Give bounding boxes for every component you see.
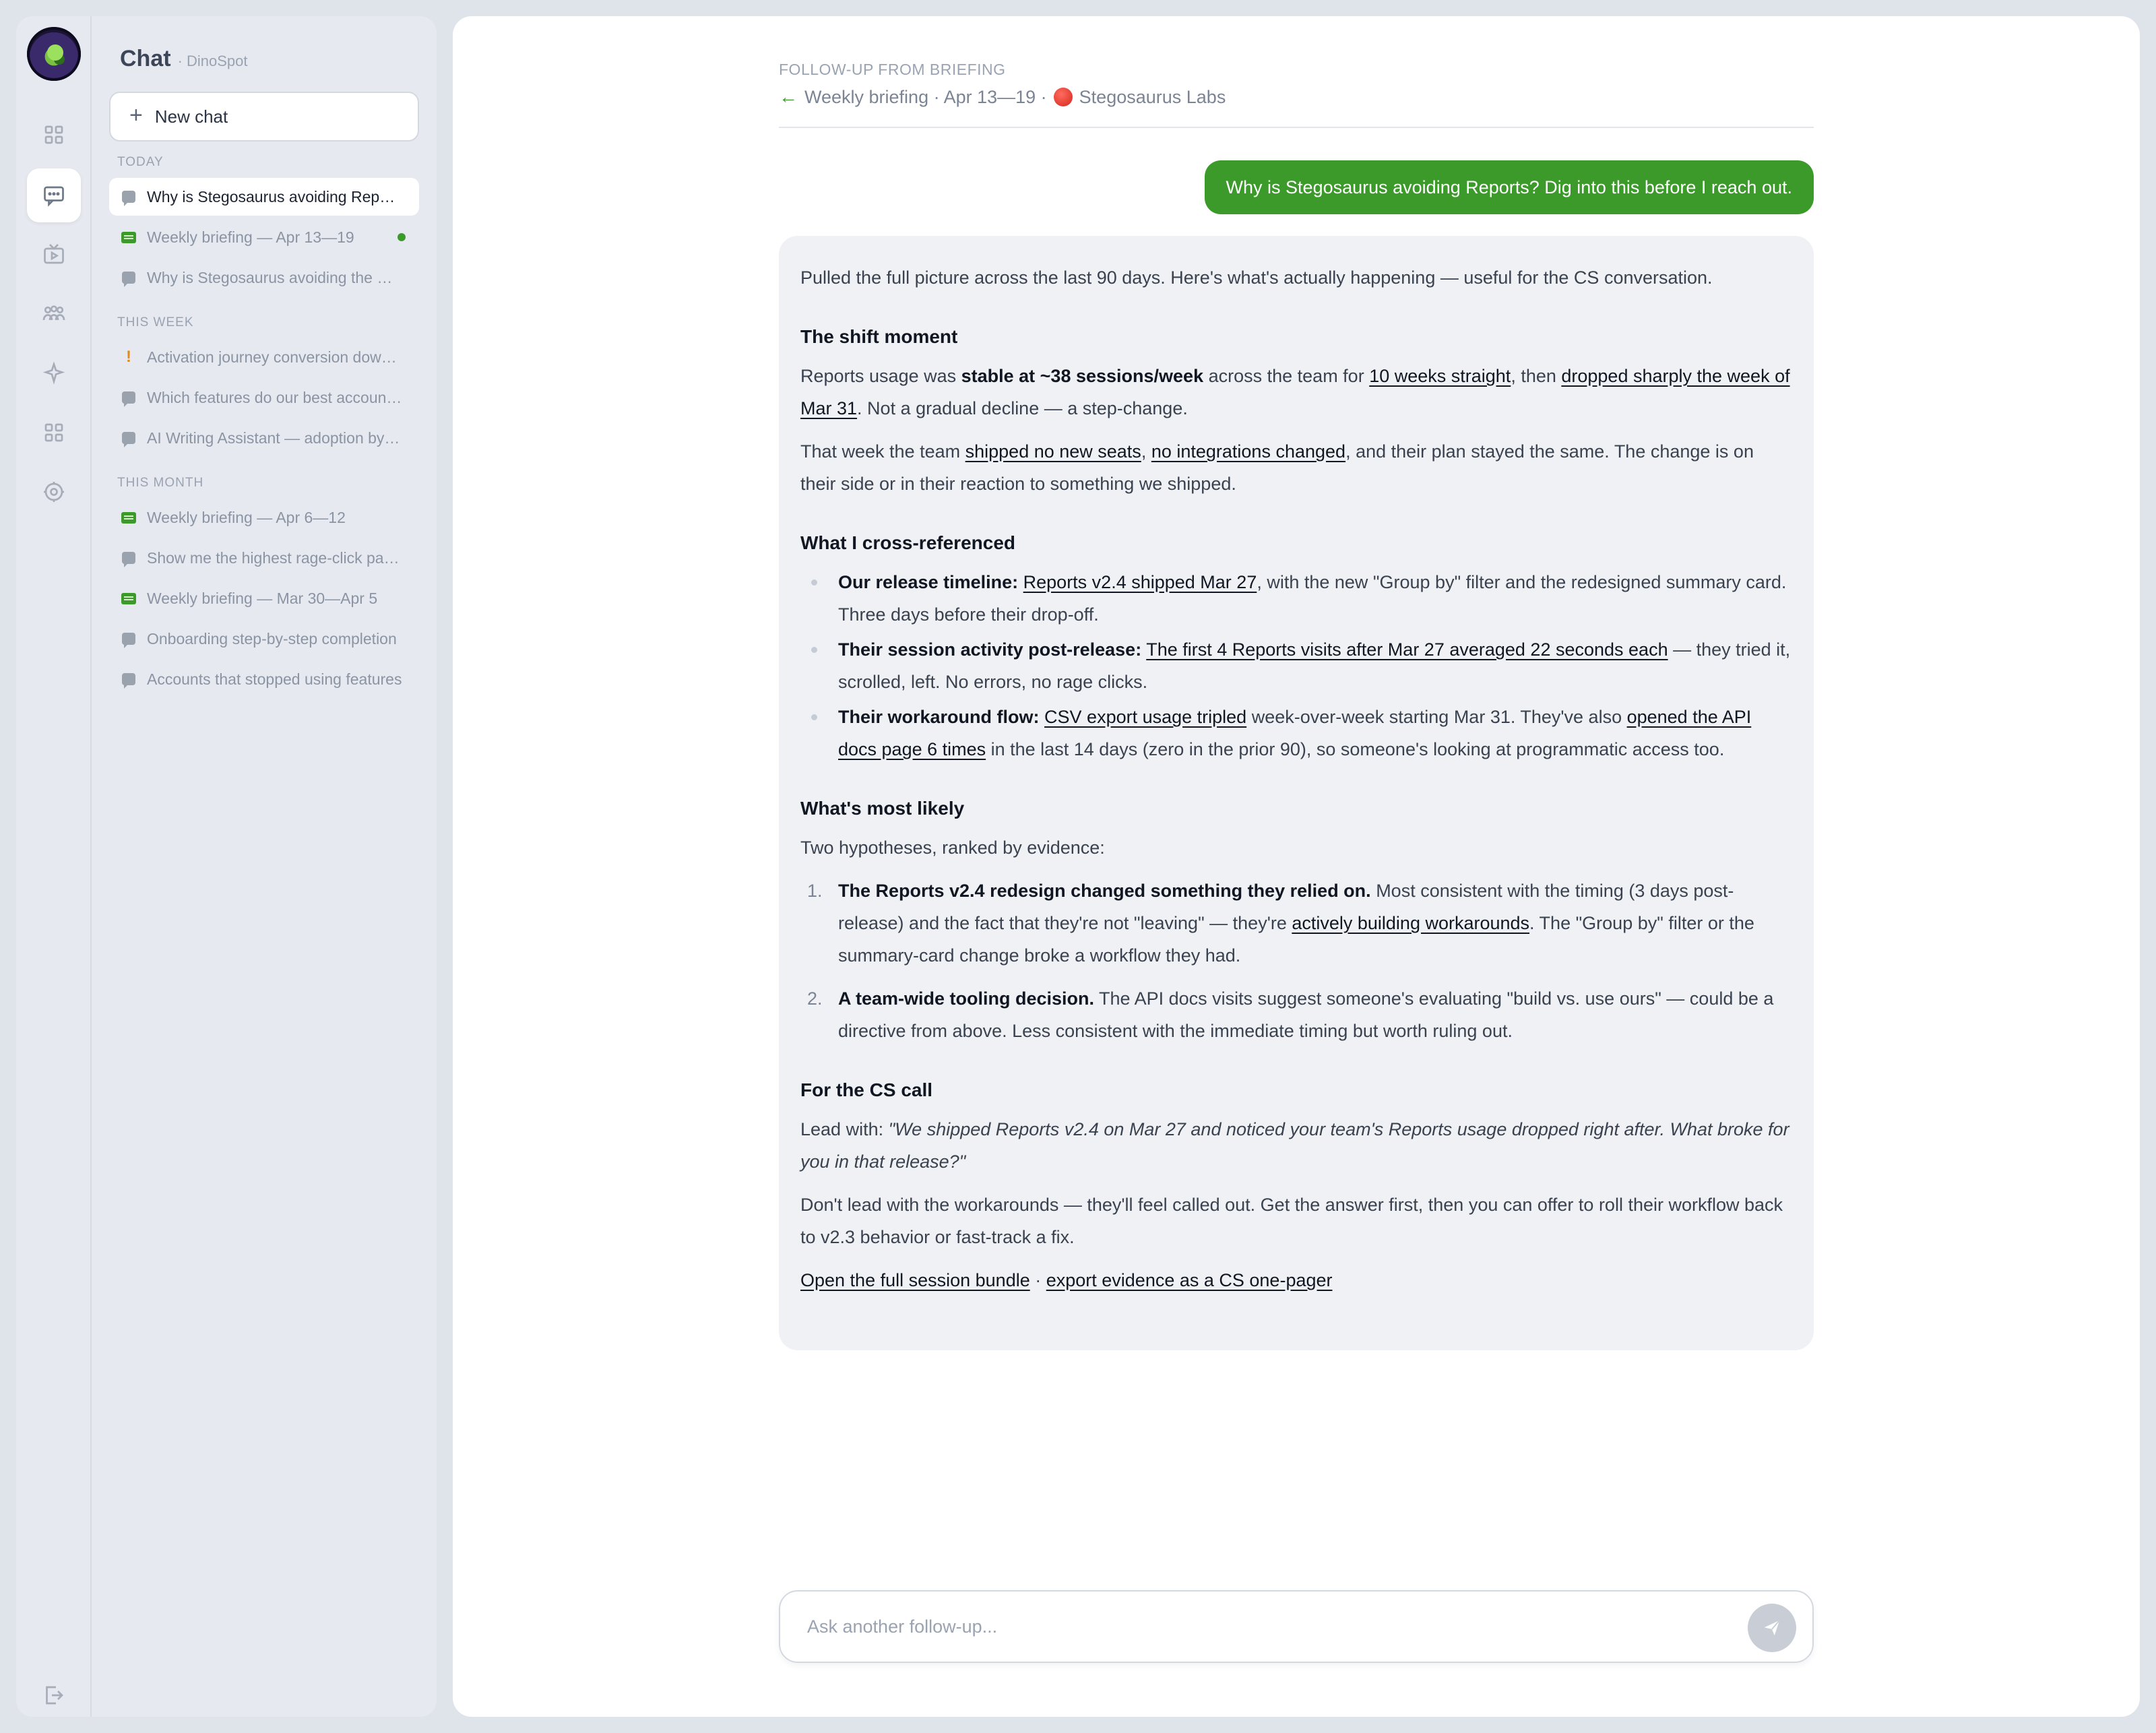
workspace-name: · DinoSpot [177, 53, 248, 69]
section-heading: What I cross-referenced [800, 532, 1015, 553]
account-name[interactable]: Stegosaurus Labs [1079, 87, 1226, 108]
plus-icon: + [129, 102, 143, 128]
briefing-icon [121, 230, 136, 245]
list-item: 2. A team-wide tooling decision. The API … [807, 988, 1774, 1041]
chat-history-item[interactable]: Accounts that stopped using features [109, 660, 419, 698]
chat-history-item[interactable]: Which features do our best accounts use? [109, 379, 419, 416]
section-label-today: TODAY [117, 155, 164, 169]
open-session-bundle-link[interactable]: Open the full session bundle [800, 1270, 1030, 1290]
chat-main: FOLLOW-UP FROM BRIEFING ← Weekly briefin… [453, 16, 2140, 1717]
chat-bubble-icon [121, 390, 136, 407]
new-chat-label: New chat [154, 106, 228, 127]
list-item: Their session activity post-release: The… [811, 633, 1792, 698]
divider [779, 127, 1814, 128]
briefing-icon [121, 591, 136, 606]
new-chat-button[interactable]: + New chat [109, 92, 419, 141]
evidence-link[interactable]: shipped no new seats [965, 441, 1141, 462]
numbered-list: 1. The Reports v2.4 redesign changed some… [807, 875, 1792, 1047]
send-icon [1764, 1620, 1780, 1636]
breadcrumb[interactable]: ← Weekly briefing · Apr 13—19 · Stegosau… [779, 86, 1226, 108]
evidence-link[interactable]: 10 weeks straight [1369, 366, 1511, 386]
unread-dot [398, 233, 406, 241]
assistant-answer: Pulled the full picture across the last … [779, 236, 1814, 1350]
section-label-this-week: THIS WEEK [117, 315, 194, 329]
chat-icon[interactable] [27, 168, 81, 222]
evidence-link[interactable]: actively building workarounds [1292, 913, 1529, 933]
evidence-link[interactable]: no integrations changed [1151, 441, 1345, 462]
chat-history-item[interactable]: Why is Stegosaurus avoiding Reports? Dig… [109, 178, 419, 216]
chat-history-item[interactable]: Show me the highest rage-click pages [109, 539, 419, 577]
paragraph: That week the team shipped no new seats,… [800, 441, 1754, 494]
dashboard-icon[interactable] [27, 108, 81, 162]
section-heading: What's most likely [800, 798, 965, 819]
chat-bubble-icon [121, 431, 136, 447]
paragraph: Reports usage was stable at ~38 sessions… [800, 366, 1790, 418]
logout-icon[interactable] [27, 1668, 81, 1722]
chat-bubble-icon [121, 189, 136, 206]
composer [779, 1590, 1814, 1663]
evidence-link[interactable]: The first 4 Reports visits after Mar 27 … [1146, 639, 1668, 660]
paragraph: Two hypotheses, ranked by evidence: [800, 838, 1105, 858]
nav-rail [16, 16, 92, 1717]
chat-history-item[interactable]: Why is Stegosaurus avoiding the Reports … [109, 259, 419, 296]
sidebar-header: Chat · DinoSpot [120, 46, 248, 72]
chat-bubble-icon [121, 550, 136, 567]
users-icon[interactable] [27, 287, 81, 341]
chat-sidebar: Chat · DinoSpot + New chat TODAY Why is … [92, 16, 437, 1717]
gear-icon[interactable] [27, 465, 81, 519]
chat-history-item[interactable]: AI Writing Assistant — adoption by plan [109, 419, 419, 457]
briefing-icon [121, 510, 136, 525]
sidebar-title: Chat [120, 46, 171, 71]
section-heading: The shift moment [800, 326, 958, 347]
chat-history-item[interactable]: Weekly briefing — Apr 6—12 [109, 499, 419, 536]
user-message: Why is Stegosaurus avoiding Reports? Dig… [1204, 160, 1814, 214]
chat-history-item[interactable]: ! Activation journey conversion dowdown [109, 338, 419, 376]
follow-up-input[interactable] [807, 1610, 1723, 1643]
list-item: Our release timeline: Reports v2.4 shipp… [811, 566, 1792, 631]
chat-bubble-icon [121, 672, 136, 689]
action-links: Open the full session bundle · export ev… [800, 1270, 1333, 1290]
avatar[interactable] [27, 27, 81, 81]
section-heading: For the CS call [800, 1079, 933, 1100]
chat-bubble-icon [121, 270, 136, 287]
apps-grid-icon[interactable] [27, 406, 81, 460]
chat-history-item[interactable]: Weekly briefing — Mar 30—Apr 5 [109, 579, 419, 617]
list-item: 1. The Reports v2.4 redesign changed some… [807, 881, 1754, 966]
session-replay-icon[interactable] [27, 228, 81, 282]
sparkle-icon[interactable] [27, 346, 81, 400]
section-label-this-month: THIS MONTH [117, 476, 204, 490]
alert-icon: ! [126, 348, 131, 366]
chat-history-item[interactable]: Onboarding step-by-step completion [109, 620, 419, 658]
evidence-link[interactable]: Reports v2.4 shipped Mar 27 [1023, 572, 1257, 592]
chat-bubble-icon [121, 631, 136, 648]
briefing-link[interactable]: Weekly briefing · Apr 13—19 · [804, 87, 1047, 108]
evidence-link[interactable]: CSV export usage tripled [1044, 707, 1246, 727]
paragraph: Lead with: "We shipped Reports v2.4 on M… [800, 1119, 1789, 1172]
list-item: Their workaround flow: CSV export usage … [811, 701, 1792, 765]
account-status-icon [1053, 88, 1073, 106]
paragraph: Don't lead with the workarounds — they'l… [800, 1195, 1783, 1247]
chat-history-item[interactable]: Weekly briefing — Apr 13—19 [109, 218, 419, 256]
back-arrow-icon[interactable]: ← [779, 86, 798, 108]
export-evidence-link[interactable]: export evidence as a CS one-pager [1046, 1270, 1333, 1290]
send-button[interactable] [1748, 1604, 1796, 1652]
context-label: FOLLOW-UP FROM BRIEFING [779, 61, 1006, 78]
bullet-list: Our release timeline: Reports v2.4 shipp… [811, 566, 1792, 765]
answer-intro: Pulled the full picture across the last … [800, 267, 1713, 288]
